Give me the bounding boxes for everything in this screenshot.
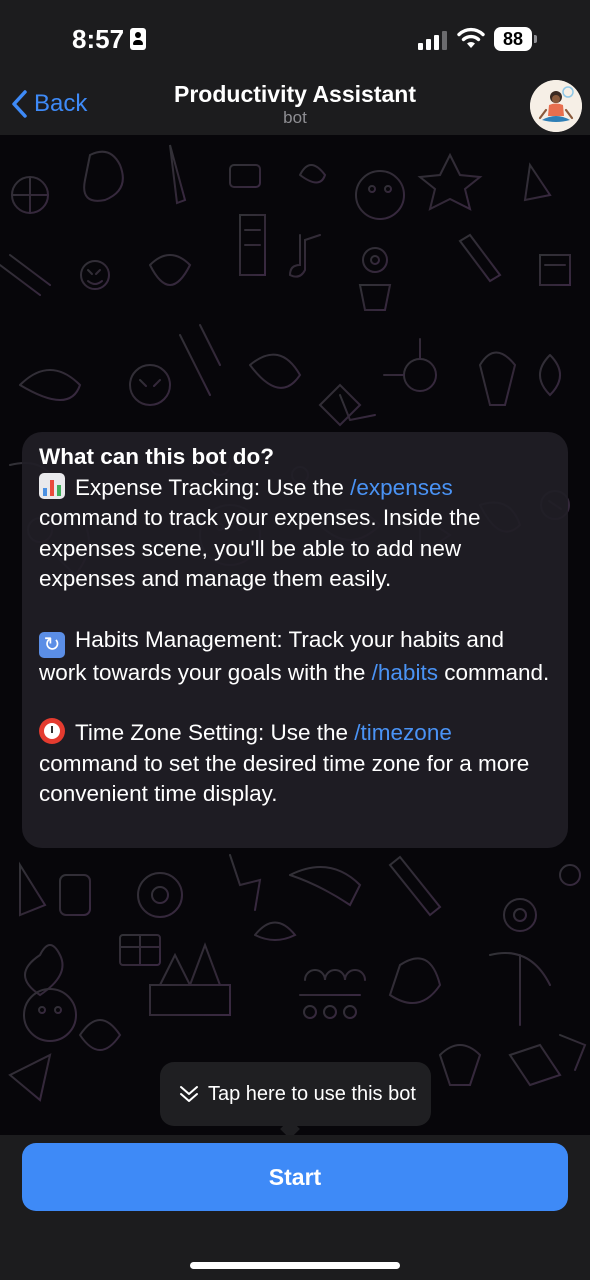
battery-icon: 88 — [494, 27, 532, 51]
feature-1-rest: command to track your expenses. Inside t… — [39, 505, 481, 591]
feature-2-rest: command. — [437, 659, 550, 685]
tooltip-text: Tap here to use this bot — [208, 1082, 416, 1105]
expenses-command-link[interactable]: /expenses — [350, 475, 453, 500]
feature-1-lead: Expense Tracking: Use the — [75, 474, 351, 500]
bot-info-card: What can this bot do? Expense Tracking: … — [22, 432, 568, 848]
wifi-icon — [457, 27, 485, 48]
battery-tip — [534, 35, 537, 43]
chat-title[interactable]: Productivity Assistant — [0, 81, 590, 108]
bar-chart-icon — [39, 472, 65, 499]
chat-subtitle: bot — [283, 108, 307, 127]
chat-header: Back Productivity Assistant bot — [0, 80, 590, 135]
meditation-avatar-icon — [530, 80, 582, 132]
feature-3-rest: command to set the desired time zone for… — [39, 750, 530, 807]
alarm-clock-icon — [39, 718, 65, 744]
feature-expense-tracking: Expense Tracking: Use the /expenses comm… — [39, 472, 551, 595]
start-button[interactable]: Start — [22, 1143, 568, 1211]
use-bot-tooltip[interactable]: Tap here to use this bot — [160, 1062, 431, 1126]
status-bar: 8:57 88 — [0, 0, 590, 80]
feature-3-lead: Time Zone Setting: Use the — [75, 720, 355, 745]
feature-timezone-setting: Time Zone Setting: Use the /timezone com… — [39, 718, 551, 810]
status-time: 8:57 — [72, 24, 125, 54]
contact-card-icon — [130, 28, 146, 50]
cellular-signal-icon — [418, 30, 448, 50]
arrows-cycle-icon: ↻ — [39, 631, 65, 658]
double-chevron-down-icon — [180, 1086, 198, 1102]
habits-command-link[interactable]: /habits — [372, 660, 438, 685]
feature-habits-management: ↻ Habits Management: Track your habits an… — [39, 625, 551, 689]
timezone-command-link[interactable]: /timezone — [354, 720, 452, 745]
bot-avatar[interactable] — [530, 80, 582, 132]
home-indicator[interactable] — [190, 1262, 400, 1269]
card-title: What can this bot do? — [39, 444, 274, 469]
